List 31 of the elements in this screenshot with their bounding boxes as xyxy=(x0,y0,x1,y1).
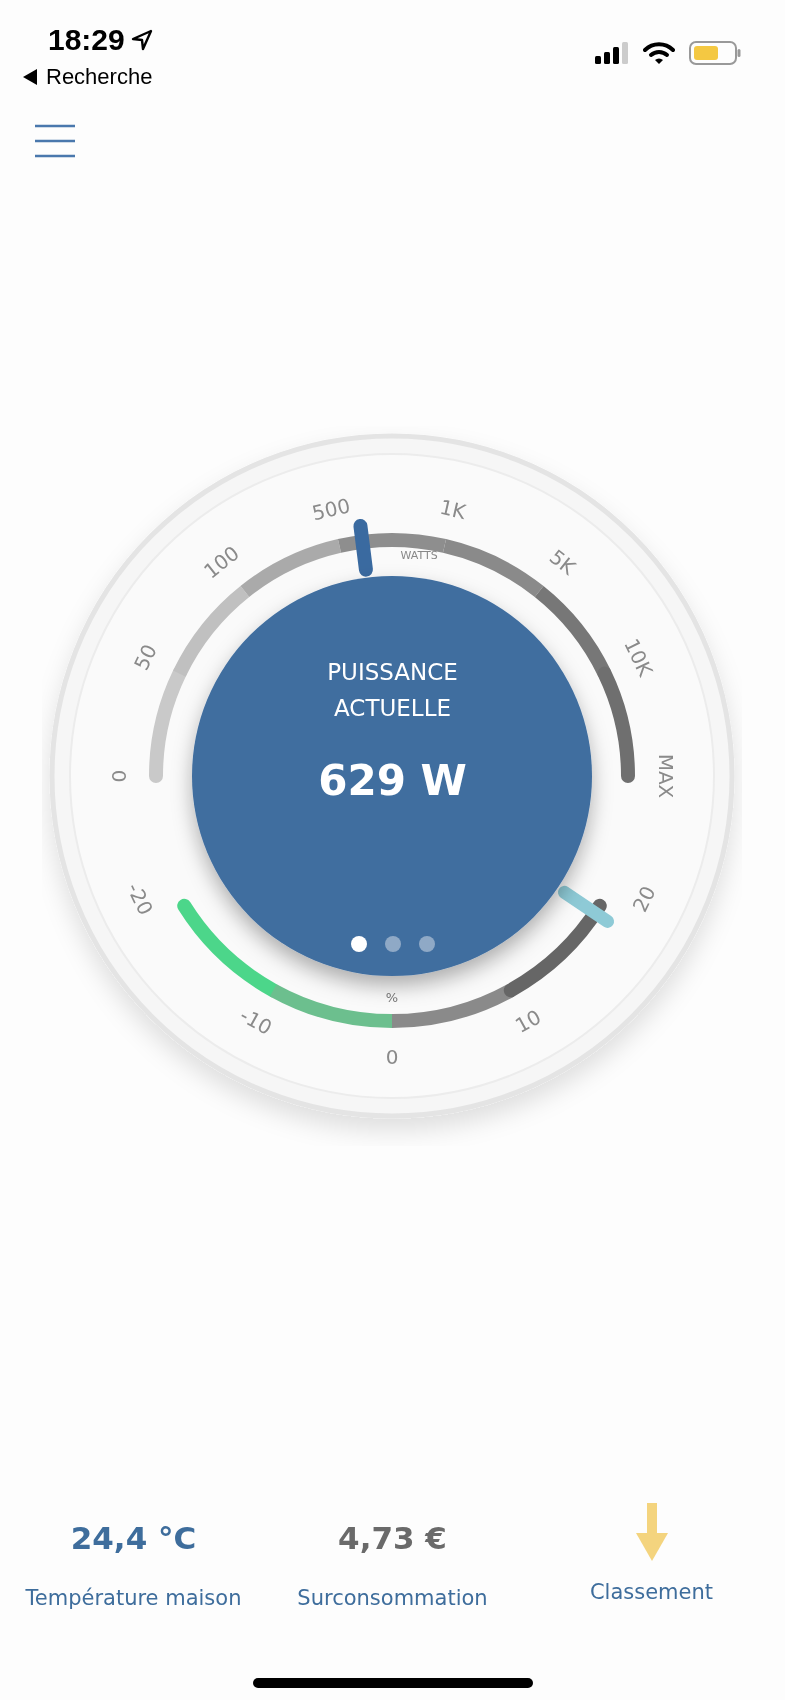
back-link[interactable]: Recherche xyxy=(22,64,153,90)
scale-label: MAX xyxy=(653,753,678,799)
battery-icon xyxy=(689,41,741,65)
stat-link[interactable]: Classement xyxy=(589,1580,714,1604)
back-arrow-icon xyxy=(22,68,38,86)
stat-link[interactable]: Surconsommation xyxy=(297,1586,488,1610)
stat-value: 24,4 °C xyxy=(70,1519,197,1558)
scale-label: 5K xyxy=(544,544,581,580)
clock-time: 18:29 xyxy=(48,23,125,57)
location-arrow-icon xyxy=(130,29,153,51)
gauge-title: PUISSANCE ACTUELLE xyxy=(326,658,459,723)
scale-label: 1K xyxy=(437,494,469,524)
scale-label: 0 xyxy=(385,1044,399,1069)
scale-label: 50 xyxy=(129,640,162,674)
scale-label: 20 xyxy=(627,882,661,916)
stat-value: 4,73 € xyxy=(338,1519,447,1558)
scale-label: 100 xyxy=(199,540,244,584)
wifi-icon xyxy=(643,41,675,65)
menu-icon[interactable] xyxy=(34,124,76,158)
power-reading: 629 W xyxy=(318,756,467,805)
scale-label: -10 xyxy=(235,1002,277,1040)
signal-icon xyxy=(595,41,629,65)
scale-label: 10 xyxy=(511,1004,545,1038)
down-arrow-icon xyxy=(635,1503,668,1561)
scale-label: 0 xyxy=(106,769,131,783)
scale-label: 10K xyxy=(619,634,658,680)
stat-link[interactable]: Température maison xyxy=(25,1586,242,1610)
unit-label: WATTS xyxy=(400,548,438,562)
scale-label: 500 xyxy=(309,493,353,526)
scale-label: -20 xyxy=(121,879,158,919)
unit-label: % xyxy=(385,989,399,1005)
